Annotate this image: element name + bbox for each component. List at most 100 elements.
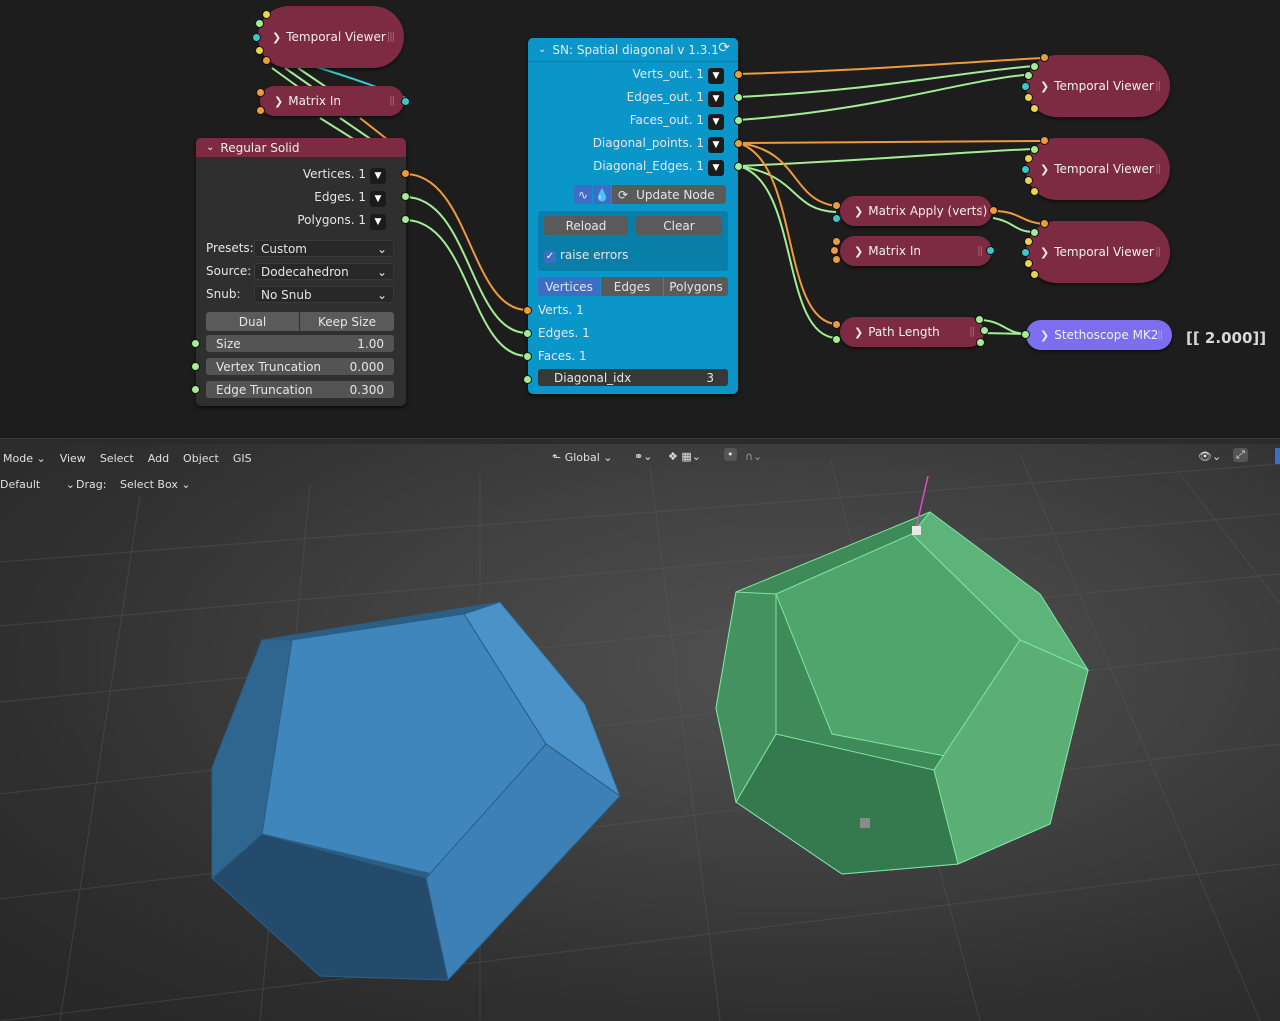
dropdown-arrow-icon[interactable]: ▼ <box>708 68 724 84</box>
socket[interactable] <box>1021 82 1030 91</box>
socket[interactable] <box>1040 219 1049 228</box>
transform-orientation[interactable]: ⬑ Global ⌄ <box>552 451 613 464</box>
view-menu[interactable]: View <box>53 452 93 465</box>
socket[interactable] <box>191 339 200 348</box>
socket[interactable] <box>1040 136 1049 145</box>
socket[interactable] <box>734 93 743 102</box>
matrix-apply-node[interactable]: ❯ Matrix Apply (verts) || <box>840 196 992 226</box>
socket[interactable] <box>1024 93 1033 102</box>
socket[interactable] <box>401 169 410 178</box>
socket[interactable] <box>252 33 261 42</box>
add-menu[interactable]: Add <box>141 452 176 465</box>
temporal-viewer-node-2[interactable]: ❯ Temporal Viewer || <box>1026 138 1170 200</box>
dropdown-arrow-icon[interactable]: ▼ <box>708 160 724 176</box>
tab-edges[interactable]: Edges <box>601 277 663 296</box>
socket[interactable] <box>734 116 743 125</box>
socket[interactable] <box>832 255 841 264</box>
socket[interactable] <box>1030 104 1039 113</box>
edge-truncation-field[interactable]: Edge Truncation 0.300 <box>206 381 394 398</box>
tab-polygons[interactable]: Polygons <box>664 277 728 296</box>
chevron-down-icon[interactable]: ⌄ <box>206 142 214 153</box>
socket[interactable] <box>1030 270 1039 279</box>
matrix-in-node-top[interactable]: ❯ Matrix In || <box>260 86 404 116</box>
socket[interactable] <box>523 306 532 315</box>
socket[interactable] <box>734 139 743 148</box>
select-menu[interactable]: Select <box>93 452 141 465</box>
dropdown-arrow-icon[interactable]: ▼ <box>370 214 386 230</box>
snap-icon[interactable]: ❖ ▦⌄ <box>668 450 701 463</box>
dropdown-arrow-icon[interactable]: ▼ <box>708 114 724 130</box>
socket[interactable] <box>832 320 841 329</box>
matrix-in-node-right[interactable]: ❯ Matrix In || <box>840 236 992 266</box>
droplet-icon[interactable]: 💧 <box>593 185 611 204</box>
socket[interactable] <box>832 214 841 223</box>
raise-errors-checkbox[interactable]: ✓ raise errors <box>544 247 628 263</box>
gizmo-icon[interactable]: ⤢ <box>1233 448 1248 462</box>
drag-select[interactable]: Select Box ⌄ <box>120 478 191 491</box>
dropdown-arrow-icon[interactable]: ▼ <box>370 191 386 207</box>
socket[interactable] <box>1021 165 1030 174</box>
presets-select[interactable]: Custom ⌄ <box>254 240 394 257</box>
size-field[interactable]: Size 1.00 <box>206 335 394 352</box>
socket[interactable] <box>523 352 532 361</box>
socket[interactable] <box>523 329 532 338</box>
clear-button[interactable]: Clear <box>636 216 722 235</box>
node-header[interactable]: ⌄ SN: Spatial diagonal v 1.3.1 ⟳ <box>528 38 738 62</box>
update-node-button[interactable]: ⟳ Update Node <box>612 185 726 204</box>
socket[interactable] <box>401 97 410 106</box>
socket[interactable] <box>256 88 265 97</box>
dual-toggle[interactable]: Dual <box>206 312 299 331</box>
socket[interactable] <box>1021 330 1030 339</box>
falloff-icon[interactable]: ∩⌄ <box>745 450 762 463</box>
proportional-edit-icon[interactable]: • <box>724 448 737 461</box>
refresh-icon[interactable]: ⟳ <box>718 40 730 56</box>
3d-viewport[interactable]: Mode ⌄ View Select Add Object GIS ⬑ Glob… <box>0 444 1280 1021</box>
socket[interactable] <box>1024 176 1033 185</box>
regular-solid-node[interactable]: ⌄ Regular Solid Vertices. 1 ▼ Edges. 1 ▼ P… <box>196 138 406 406</box>
dropdown-arrow-icon[interactable]: ▼ <box>370 168 386 184</box>
socket[interactable] <box>976 338 985 347</box>
node-editor[interactable]: ❯ Temporal Viewer ||| ❯ Matrix In || ⌄ R… <box>0 0 1280 438</box>
gis-menu[interactable]: GIS <box>226 452 259 465</box>
socket[interactable] <box>734 162 743 171</box>
visibility-icon[interactable]: 👁⌄ <box>1198 450 1221 463</box>
socket[interactable] <box>401 215 410 224</box>
socket[interactable] <box>1030 228 1039 237</box>
temporal-viewer-node-3[interactable]: ❯ Temporal Viewer || <box>1026 221 1170 283</box>
path-length-node[interactable]: ❯ Path Length || <box>840 317 984 347</box>
socket[interactable] <box>1030 62 1039 71</box>
snub-select[interactable]: No Snub ⌄ <box>254 286 394 303</box>
sn-spatial-diagonal-node[interactable]: ⌄ SN: Spatial diagonal v 1.3.1 ⟳ Verts_o… <box>528 38 738 394</box>
mode-menu[interactable]: Mode ⌄ <box>0 452 53 465</box>
socket[interactable] <box>401 192 410 201</box>
socket[interactable] <box>832 237 841 246</box>
temporal-viewer-node-1[interactable]: ❯ Temporal Viewer || <box>1026 55 1170 117</box>
preset-select[interactable]: Default ⌄ <box>0 478 75 491</box>
socket[interactable] <box>1024 259 1033 268</box>
socket[interactable] <box>830 246 839 255</box>
socket[interactable] <box>734 70 743 79</box>
socket[interactable] <box>986 246 995 255</box>
chevron-down-icon[interactable]: ⌄ <box>538 44 546 55</box>
socket[interactable] <box>980 326 989 335</box>
socket[interactable] <box>255 46 264 55</box>
stethoscope-node[interactable]: ❯ Stethoscope MK2 || <box>1026 320 1172 350</box>
socket[interactable] <box>191 362 200 371</box>
socket[interactable] <box>975 315 984 324</box>
socket[interactable] <box>1024 71 1033 80</box>
diagonal-idx-field[interactable]: Diagonal_idx 3 <box>538 369 728 386</box>
script-icon[interactable]: ∿ <box>574 185 592 204</box>
socket[interactable] <box>1030 145 1039 154</box>
socket[interactable] <box>832 201 841 210</box>
keep-size-toggle[interactable]: Keep Size <box>300 312 394 331</box>
socket[interactable] <box>262 10 271 19</box>
vertex-truncation-field[interactable]: Vertex Truncation 0.000 <box>206 358 394 375</box>
socket[interactable] <box>989 206 998 215</box>
socket[interactable] <box>1024 154 1033 163</box>
node-header[interactable]: ⌄ Regular Solid <box>196 138 406 157</box>
tab-vertices[interactable]: Vertices <box>538 277 600 296</box>
socket[interactable] <box>1024 237 1033 246</box>
socket[interactable] <box>1040 53 1049 62</box>
temporal-viewer-node-top[interactable]: ❯ Temporal Viewer ||| <box>258 6 404 68</box>
socket[interactable] <box>262 56 271 65</box>
